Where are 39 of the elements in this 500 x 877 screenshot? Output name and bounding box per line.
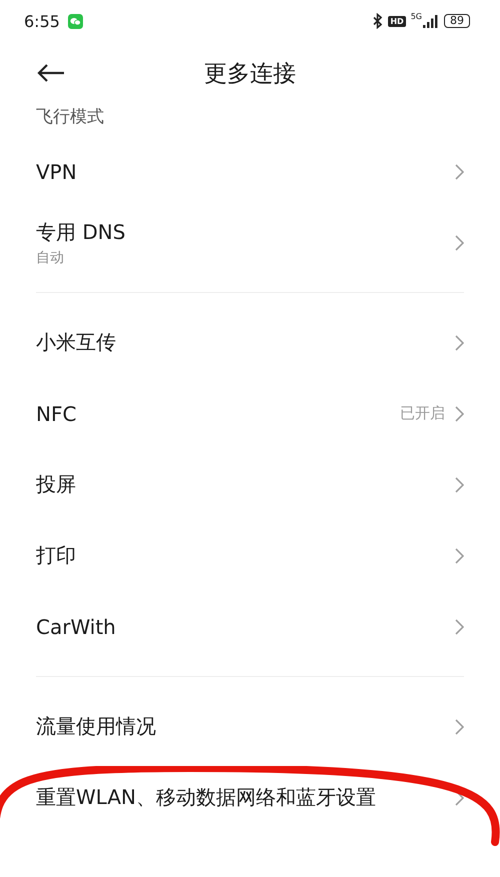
settings-row[interactable]: 流量使用情况 [0,691,500,762]
settings-row[interactable]: 专用 DNS 自动 [0,207,500,278]
row-label: 投屏 [36,471,77,498]
row-subtitle: 自动 [36,248,65,266]
row-label: 打印 [36,542,77,569]
network-type: 5G [410,12,422,21]
chat-app-icon [68,14,83,28]
chevron-icon [455,476,464,492]
page-title: 更多连接 [204,60,296,88]
settings-row[interactable]: 投屏 [0,449,500,520]
chevron-icon [455,164,464,180]
settings-row[interactable]: 小米互传 [0,307,500,378]
settings-row[interactable]: VPN [0,136,500,207]
bluetooth-icon [372,13,384,29]
chevron-icon [455,718,464,734]
row-label: VPN [36,160,78,184]
hd-badge: HD [388,16,406,26]
row-label: 飞行模式 [36,106,105,128]
row-label: 小米互传 [36,329,117,356]
row-label: 重置WLAN、移动数据网络和蓝牙设置 [36,784,378,811]
back-arrow-icon [36,63,66,83]
row-label: 流量使用情况 [36,713,157,740]
row-label: CarWith [36,614,117,638]
chevron-icon [455,334,464,350]
row-label: NFC [36,402,78,426]
settings-row[interactable]: NFC 已开启 [0,378,500,449]
chevron-icon [455,548,464,564]
chevron-icon [455,234,464,250]
chevron-icon [455,618,464,634]
battery-indicator: 89 [444,14,470,28]
settings-row[interactable]: 重置WLAN、移动数据网络和蓝牙设置 [0,762,500,833]
settings-row[interactable]: CarWith [0,591,500,662]
signal-icon [423,14,439,28]
chevron-icon [455,406,464,422]
settings-row[interactable]: 打印 [0,520,500,591]
row-value: 已开启 [400,404,445,423]
status-time: 6:55 [24,12,60,30]
settings-row[interactable]: 飞行模式 [0,104,500,136]
row-label: 专用 DNS [36,218,126,246]
